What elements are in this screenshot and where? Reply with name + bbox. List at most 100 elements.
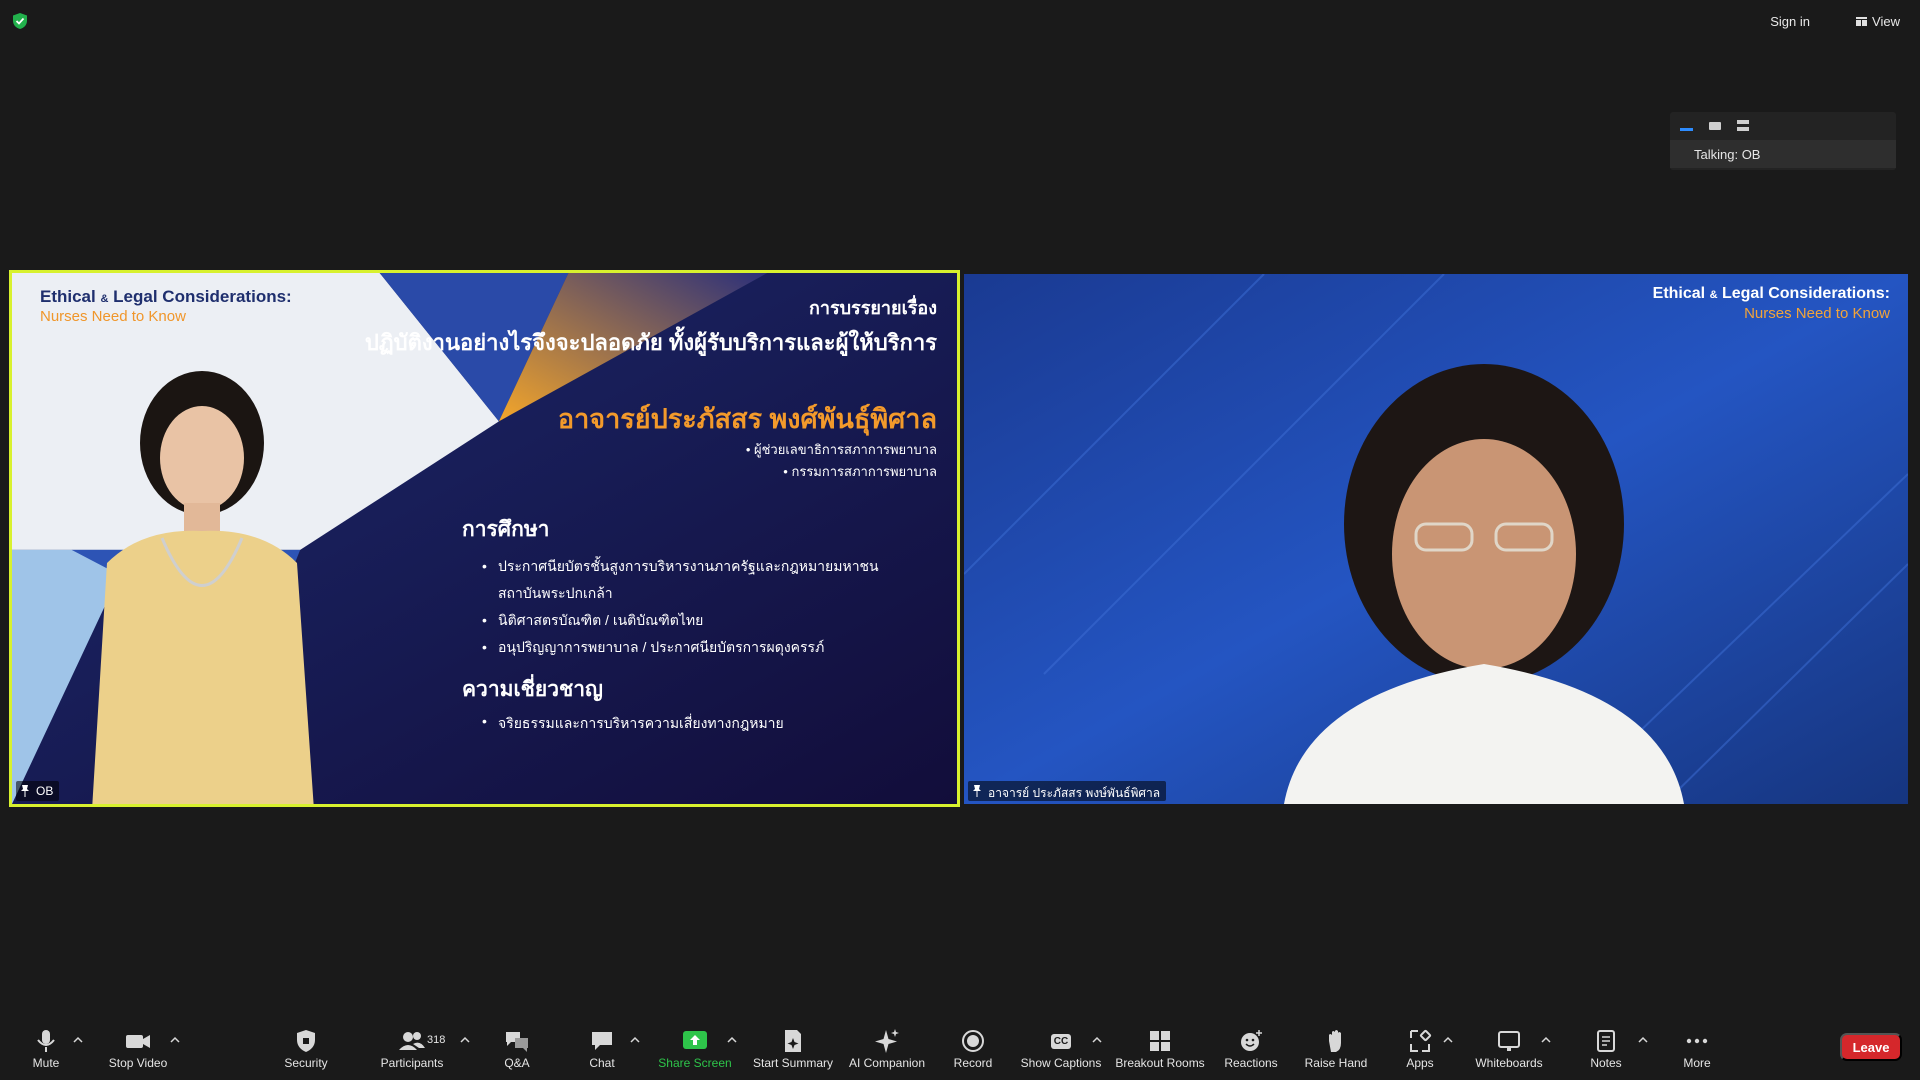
audio-options-caret-icon[interactable]: [73, 1036, 83, 1044]
share-screen-button[interactable]: Share Screen: [645, 1028, 745, 1070]
video-camera-icon: [126, 1035, 150, 1048]
participants-button[interactable]: Participants: [362, 1028, 462, 1070]
show-captions-button[interactable]: CC Show Captions: [1011, 1028, 1111, 1070]
pin-icon: [21, 785, 29, 797]
security-shield-icon: [297, 1030, 315, 1052]
breakout-rooms-label: Breakout Rooms: [1115, 1056, 1205, 1070]
meeting-toolbar: Mute Stop Video Security Participants 31…: [0, 1020, 1920, 1080]
apps-icon: [1410, 1029, 1432, 1052]
start-summary-button[interactable]: Start Summary: [743, 1028, 843, 1070]
slide-topic-label: การบรรยายเรื่อง: [808, 298, 937, 318]
start-summary-label: Start Summary: [752, 1056, 833, 1070]
talking-label: Talking: OB: [1670, 140, 1896, 168]
leave-meeting-button[interactable]: Leave: [1840, 1033, 1902, 1061]
slide-education-list: ประกาศนียบัตรชั้นสูงการบริหารงานภาครัฐแล…: [482, 553, 879, 661]
slide-title-en: Ethical & Legal Considerations:: [40, 287, 292, 306]
ai-sparkle-icon: [875, 1029, 899, 1053]
sign-in-button[interactable]: Sign in: [1764, 11, 1816, 32]
participant-name: อาจารย์ ประภัสสร พงษ์พันธ์พิศาล: [988, 786, 1161, 800]
ai-companion-label: AI Companion: [848, 1056, 926, 1070]
panel-view-controls: [1680, 120, 1749, 131]
raise-hand-label: Raise Hand: [1304, 1056, 1368, 1070]
notes-button[interactable]: Notes: [1556, 1028, 1656, 1070]
stacked-video-icon[interactable]: [1737, 120, 1749, 131]
apps-label: Apps: [1406, 1056, 1434, 1070]
view-button[interactable]: View: [1850, 11, 1906, 32]
record-icon: [962, 1030, 984, 1052]
stop-video-button[interactable]: Stop Video: [88, 1028, 188, 1070]
pin-icon: [973, 785, 981, 797]
slide-expertise-heading: ความเชี่ยวชาญ: [462, 678, 603, 701]
apps-options-caret-icon[interactable]: [1443, 1036, 1453, 1044]
chat-button[interactable]: Chat: [552, 1028, 652, 1070]
slide-role-item: กรรมการสภาการพยาบาล: [746, 461, 937, 483]
slide-education-heading: การศึกษา: [462, 518, 550, 541]
whiteboards-options-caret-icon[interactable]: [1541, 1036, 1551, 1044]
reactions-smiley-icon: [1241, 1030, 1262, 1051]
more-label: More: [1683, 1056, 1711, 1070]
ai-companion-button[interactable]: AI Companion: [837, 1028, 937, 1070]
record-button[interactable]: Record: [923, 1028, 1023, 1070]
notes-icon: [1597, 1030, 1615, 1052]
mute-button[interactable]: Mute: [0, 1028, 96, 1070]
participant-name-tag: อาจารย์ ประภัสสร พงษ์พันธ์พิศาล: [968, 781, 1167, 801]
background-subtitle-en: Nurses Need to Know: [1744, 305, 1890, 322]
slide-expertise-item: จริยธรรมและการบริหารความเสี่ยงทางกฎหมาย: [482, 713, 784, 735]
talking-indicator-panel: Talking: OB: [1670, 112, 1896, 170]
chat-label: Chat: [589, 1056, 615, 1070]
slide-roles-list: ผู้ช่วยเลขาธิการสภาการพยาบาล กรรมการสภาก…: [746, 439, 937, 483]
speaker-photo: [92, 371, 314, 804]
share-screen-label: Share Screen: [658, 1056, 732, 1070]
slide-subtitle-en: Nurses Need to Know: [40, 308, 186, 325]
share-options-caret-icon[interactable]: [727, 1036, 737, 1044]
chat-options-caret-icon[interactable]: [630, 1036, 640, 1044]
participants-label: Participants: [380, 1056, 444, 1070]
mute-label: Mute: [32, 1056, 60, 1070]
view-label: View: [1872, 14, 1900, 29]
slide-expertise-list: จริยธรรมและการบริหารความเสี่ยงทางกฎหมาย: [482, 713, 784, 735]
top-bar: Sign in View: [0, 0, 1920, 40]
background-title-en: Ethical & Legal Considerations:: [1652, 285, 1890, 302]
participants-count: 318: [427, 1034, 446, 1046]
whiteboards-label: Whiteboards: [1475, 1056, 1543, 1070]
captions-cc-icon: CC: [1047, 1028, 1075, 1054]
notes-label: Notes: [1590, 1056, 1622, 1070]
captions-options-caret-icon[interactable]: [1092, 1036, 1102, 1044]
breakout-rooms-button[interactable]: Breakout Rooms: [1110, 1028, 1210, 1070]
more-button[interactable]: More: [1647, 1028, 1747, 1070]
summary-document-icon: [785, 1030, 801, 1052]
chat-bubble-icon: [592, 1032, 612, 1050]
minimize-icon[interactable]: [1680, 128, 1693, 131]
breakout-rooms-grid-icon: [1150, 1031, 1170, 1051]
security-label: Security: [284, 1056, 328, 1070]
share-screen-icon: [683, 1031, 707, 1049]
security-button[interactable]: Security: [256, 1028, 356, 1070]
slide-education-item: ประกาศนียบัตรชั้นสูงการบริหารงานภาครัฐแล…: [482, 553, 879, 580]
video-options-caret-icon[interactable]: [170, 1036, 180, 1044]
whiteboard-icon: [1498, 1031, 1520, 1051]
participant-video-feed: [1284, 364, 1684, 804]
participant-name-tag: OB: [16, 781, 60, 801]
apps-button[interactable]: Apps: [1370, 1028, 1470, 1070]
participant-name: OB: [36, 784, 54, 798]
single-video-icon[interactable]: [1709, 121, 1721, 130]
record-label: Record: [953, 1056, 993, 1070]
qa-label: Q&A: [504, 1056, 530, 1070]
view-grid-icon: [1856, 17, 1868, 26]
microphone-icon: [37, 1030, 55, 1052]
active-speaker-video-tile[interactable]: Ethical & Legal Considerations: Nurses N…: [9, 270, 960, 807]
more-ellipsis-icon: [1686, 1038, 1708, 1044]
participants-icon: [399, 1032, 425, 1050]
stop-video-label: Stop Video: [108, 1056, 168, 1070]
slide-education-item: นิติศาสตรบัณฑิต / เนติบัณฑิตไทย: [482, 607, 879, 634]
whiteboards-button[interactable]: Whiteboards: [1459, 1028, 1559, 1070]
slide-topic: ปฏิบัติงานอย่างไรจึงจะปลอดภัย ทั้งผู้รับ…: [364, 330, 937, 355]
raise-hand-icon: [1329, 1030, 1341, 1052]
slide-speaker-name: อาจารย์ประภัสสร พงศ์พันธุ์พิศาล: [557, 404, 937, 434]
show-captions-label: Show Captions: [1020, 1056, 1102, 1070]
participant-video-tile[interactable]: Ethical & Legal Considerations: Nurses N…: [964, 274, 1908, 804]
reactions-label: Reactions: [1224, 1056, 1278, 1070]
slide-education-item: อนุปริญญาการพยาบาล / ประกาศนียบัตรการผดุ…: [482, 634, 879, 661]
encryption-shield-icon[interactable]: [12, 12, 28, 30]
qa-icon: [506, 1032, 528, 1052]
